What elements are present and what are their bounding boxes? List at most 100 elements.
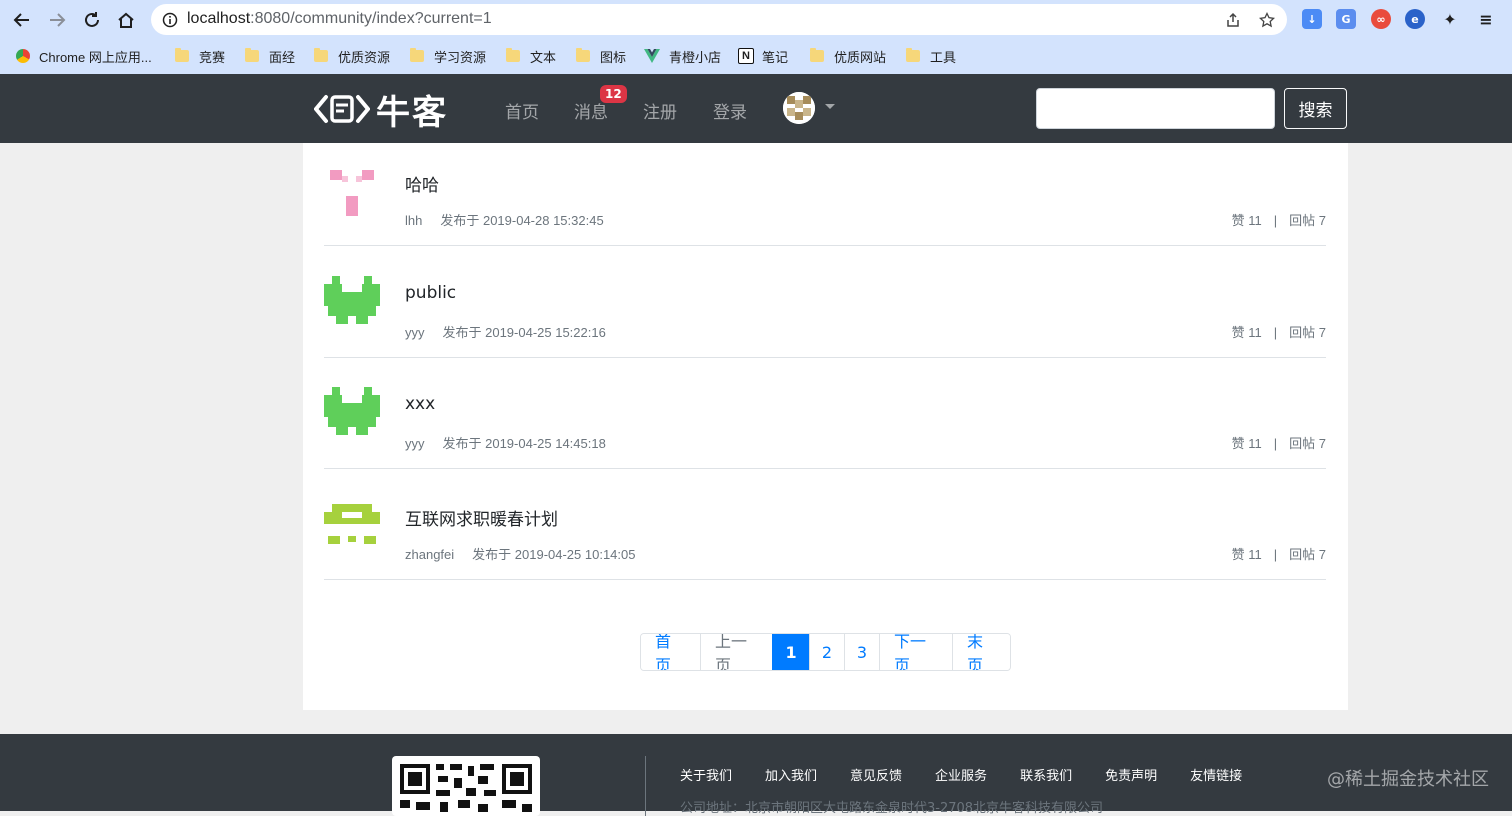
bookmark-label: 竞赛 <box>199 49 226 65</box>
home-icon[interactable] <box>114 8 138 32</box>
bookmark-folder[interactable]: 优质网站 <box>810 47 886 65</box>
download-extension-icon[interactable]: ↓ <box>1302 9 1322 29</box>
page-first[interactable]: 首页 <box>641 634 700 670</box>
post-stats: 赞 11 | 回帖 7 <box>1231 213 1326 228</box>
folder-icon <box>576 48 590 62</box>
url-text[interactable]: localhost:8080/community/index?current=1 <box>187 10 492 28</box>
infinity-extension-icon[interactable]: ∞ <box>1371 9 1391 29</box>
reply-count: 回帖 7 <box>1289 547 1326 562</box>
post-stats: 赞 11 | 回帖 7 <box>1231 436 1326 451</box>
reply-count: 回帖 7 <box>1289 325 1326 340</box>
folder-icon <box>314 48 328 62</box>
bookmark-qingcheng[interactable]: 青橙小店 <box>644 47 721 65</box>
post-author-avatar[interactable] <box>324 496 380 552</box>
post-author[interactable]: lhh <box>405 213 422 228</box>
footer-link-enterprise[interactable]: 企业服务 <box>935 765 987 784</box>
logo-mark-icon <box>314 95 370 123</box>
post-time: 发布于 2019-04-25 15:22:16 <box>442 325 606 340</box>
bookmark-folder[interactable]: 优质资源 <box>314 47 390 65</box>
bookmark-label: 图标 <box>600 49 627 65</box>
pagination: 首页 上一页 1 2 3 下一页 末页 <box>640 633 1011 671</box>
footer-divider <box>645 756 646 816</box>
address-bar[interactable]: localhost:8080/community/index?current=1 <box>151 4 1287 35</box>
nav-home[interactable]: 首页 <box>505 98 539 123</box>
page-3[interactable]: 3 <box>844 634 879 670</box>
bookmark-label: 优质网站 <box>834 49 887 65</box>
nav-login[interactable]: 登录 <box>713 98 747 123</box>
share-icon[interactable] <box>1223 10 1243 30</box>
site-footer: 关于我们 加入我们 意见反馈 企业服务 联系我们 免责声明 友情链接 公司地址：… <box>0 734 1512 816</box>
post-time: 发布于 2019-04-25 10:14:05 <box>472 547 636 562</box>
browser-toolbar: localhost:8080/community/index?current=1… <box>0 0 1512 38</box>
footer-link-disclaimer[interactable]: 免责声明 <box>1105 765 1157 784</box>
post-author[interactable]: yyy <box>405 325 425 340</box>
search-button[interactable]: 搜索 <box>1284 88 1347 129</box>
message-count-badge: 12 <box>600 85 627 103</box>
bookmark-folder[interactable]: 学习资源 <box>410 47 486 65</box>
post-author-avatar[interactable] <box>324 162 380 218</box>
like-count: 赞 11 <box>1231 325 1262 340</box>
post-meta: zhangfei 发布于 2019-04-25 10:14:05 <box>405 544 635 563</box>
footer-link-join[interactable]: 加入我们 <box>765 765 817 784</box>
like-count: 赞 11 <box>1231 213 1262 228</box>
post-author-avatar[interactable] <box>324 385 380 441</box>
search-input[interactable] <box>1036 88 1275 129</box>
post-time: 发布于 2019-04-28 15:32:45 <box>440 213 604 228</box>
footer-link-about[interactable]: 关于我们 <box>680 765 732 784</box>
page-next[interactable]: 下一页 <box>879 634 952 670</box>
folder-icon <box>906 48 920 62</box>
bookmark-label: 笔记 <box>762 49 789 65</box>
page-last[interactable]: 末页 <box>952 634 1010 670</box>
footer-link-contact[interactable]: 联系我们 <box>1020 765 1072 784</box>
bookmark-notes[interactable]: N 笔记 <box>738 47 788 65</box>
like-count: 赞 11 <box>1231 436 1262 451</box>
chevron-down-icon[interactable] <box>825 104 835 109</box>
site-logo[interactable]: 牛客 <box>314 89 448 133</box>
extensions-puzzle-icon[interactable]: ✦ <box>1440 9 1460 29</box>
post-title[interactable]: xxx <box>405 394 435 414</box>
ie-extension-icon[interactable]: e <box>1405 9 1425 29</box>
folder-icon <box>810 48 824 62</box>
reply-count: 回帖 7 <box>1289 436 1326 451</box>
page-2[interactable]: 2 <box>809 634 844 670</box>
bookmark-folder[interactable]: 工具 <box>906 47 956 65</box>
nav-register[interactable]: 注册 <box>643 98 677 123</box>
post-author[interactable]: zhangfei <box>405 547 454 562</box>
translate-extension-icon[interactable]: G <box>1336 9 1356 29</box>
post-title[interactable]: 哈哈 <box>405 171 439 196</box>
bookmark-folder[interactable]: 面经 <box>245 47 295 65</box>
bookmark-chrome-store[interactable]: Chrome 网上应用... <box>16 47 152 65</box>
bookmarks-bar: Chrome 网上应用... 竞赛 面经 优质资源 学习资源 文本 图标 青橙小… <box>0 38 1512 74</box>
bookmark-folder[interactable]: 文本 <box>506 47 556 65</box>
site-info-icon[interactable] <box>160 10 180 30</box>
bookmark-label: 青橙小店 <box>669 49 722 65</box>
chrome-store-icon <box>16 49 30 63</box>
post-item: xxx yyy 发布于 2019-04-25 14:45:18 赞 11 | 回帖 7 <box>324 358 1326 469</box>
footer-link-friends[interactable]: 友情链接 <box>1190 765 1242 784</box>
bookmark-label: Chrome 网上应用... <box>39 49 152 65</box>
forward-icon[interactable] <box>45 8 69 32</box>
bookmark-folder[interactable]: 图标 <box>576 47 626 65</box>
like-count: 赞 11 <box>1231 547 1262 562</box>
post-author[interactable]: yyy <box>405 436 425 451</box>
post-title[interactable]: public <box>405 283 456 303</box>
folder-icon <box>175 48 189 62</box>
post-stats: 赞 11 | 回帖 7 <box>1231 547 1326 562</box>
vue-icon <box>644 49 660 63</box>
post-author-avatar[interactable] <box>324 274 380 330</box>
page-prev[interactable]: 上一页 <box>700 634 772 670</box>
footer-link-feedback[interactable]: 意见反馈 <box>850 765 902 784</box>
back-icon[interactable] <box>10 8 34 32</box>
url-host: localhost <box>187 10 251 27</box>
post-time: 发布于 2019-04-25 14:45:18 <box>442 436 606 451</box>
reading-list-icon[interactable]: ≡ <box>1476 9 1496 29</box>
bookmark-folder[interactable]: 竞赛 <box>175 47 225 65</box>
page-1[interactable]: 1 <box>772 634 809 670</box>
reload-icon[interactable] <box>80 8 104 32</box>
bookmark-star-icon[interactable] <box>1257 10 1277 30</box>
user-avatar[interactable] <box>783 92 815 124</box>
post-title[interactable]: 互联网求职暖春计划 <box>405 505 558 530</box>
post-item: 互联网求职暖春计划 zhangfei 发布于 2019-04-25 10:14:0… <box>324 469 1326 580</box>
post-stats: 赞 11 | 回帖 7 <box>1231 325 1326 340</box>
post-meta: lhh 发布于 2019-04-28 15:32:45 <box>405 210 604 229</box>
